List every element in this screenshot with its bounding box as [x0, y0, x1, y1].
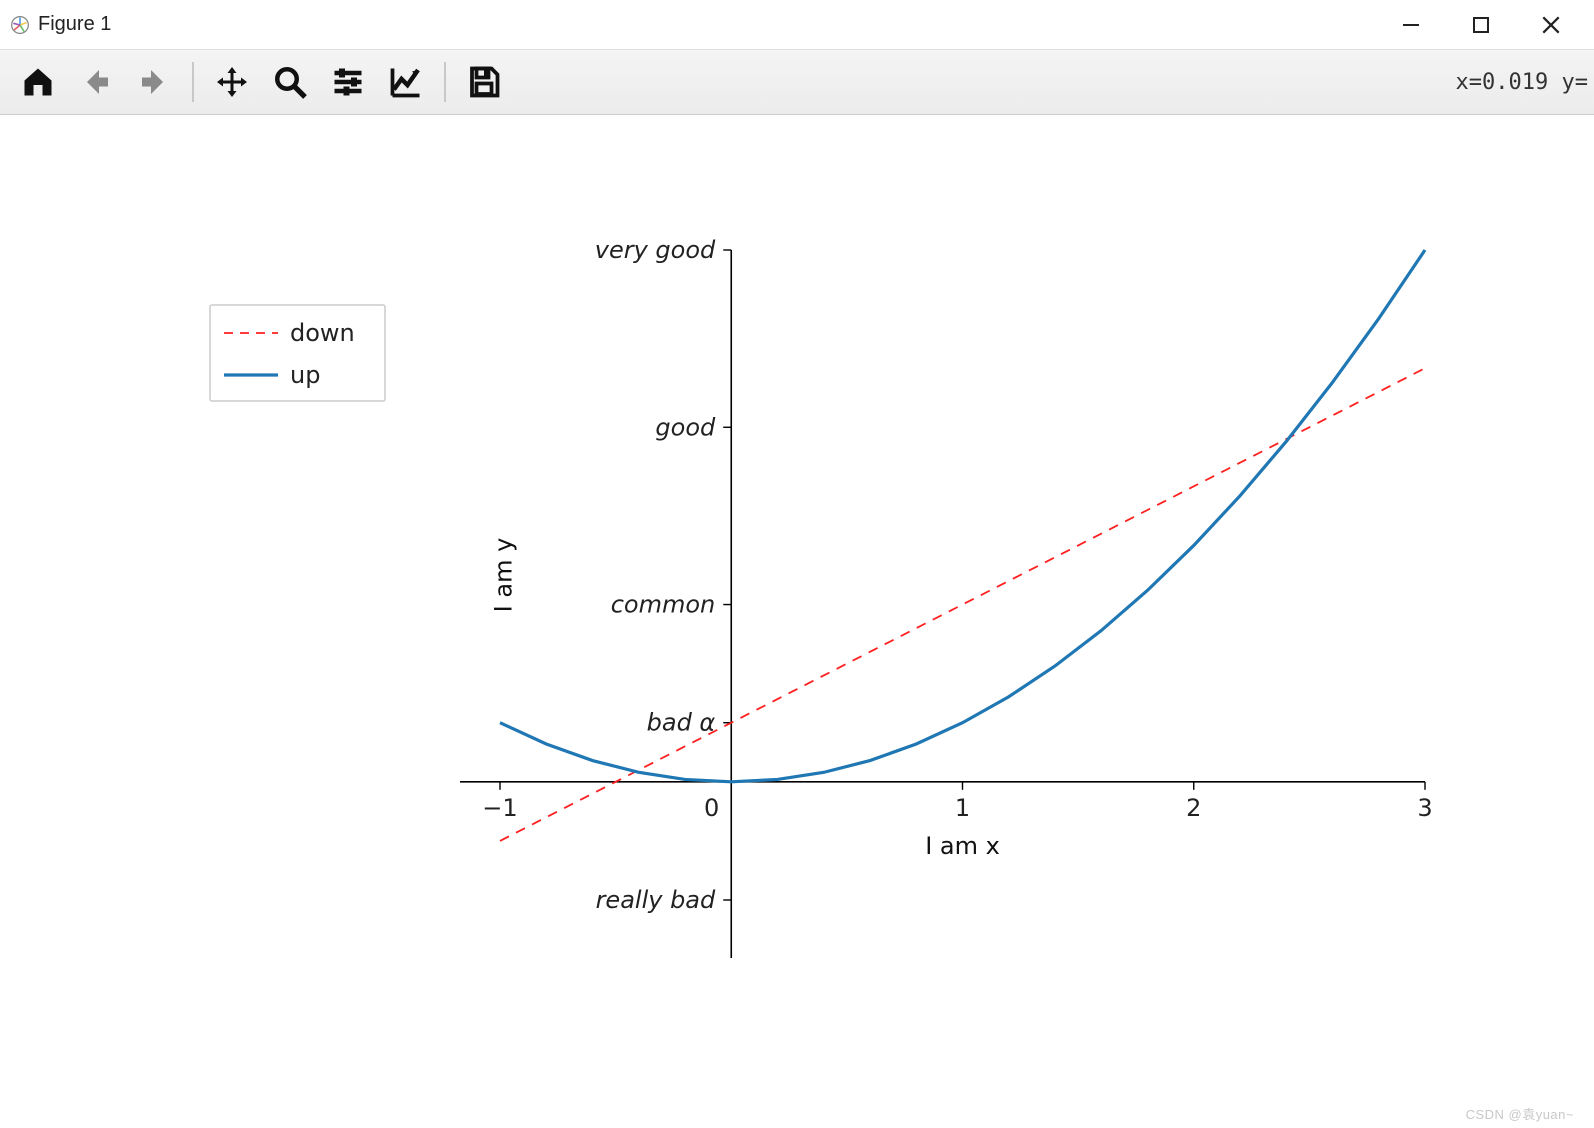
- minimize-button[interactable]: [1400, 14, 1422, 36]
- window-controls: [1400, 14, 1590, 36]
- matplotlib-app-icon: [10, 15, 30, 35]
- y-tick-label: bad α: [647, 709, 716, 737]
- arrow-right-icon: [136, 64, 172, 100]
- title-bar-left: Figure 1: [10, 13, 111, 36]
- pan-icon: [214, 64, 250, 100]
- x-tick-label: 1: [955, 794, 970, 822]
- y-axis-label: I am y: [489, 538, 517, 613]
- line-chart-icon: [388, 64, 424, 100]
- save-button[interactable]: [460, 58, 508, 106]
- x-tick-label: −1: [482, 794, 517, 822]
- legend-label-down: down: [290, 319, 355, 347]
- y-tick-label: good: [655, 413, 716, 441]
- y-tick-label: common: [611, 591, 716, 619]
- maximize-button[interactable]: [1470, 14, 1492, 36]
- close-icon: [1540, 14, 1562, 36]
- figure-canvas[interactable]: −1 0 1 2 3 really bad bad α common good very good…: [0, 115, 1594, 1128]
- title-bar: Figure 1: [0, 0, 1594, 50]
- x-tick-label: 2: [1186, 794, 1201, 822]
- cursor-coordinates: x=0.019 y=: [1456, 70, 1594, 95]
- series-up: [500, 250, 1425, 782]
- edit-axis-button[interactable]: [382, 58, 430, 106]
- toolbar-buttons: [0, 58, 508, 106]
- x-tick-label: 3: [1417, 794, 1432, 822]
- chart-svg: −1 0 1 2 3 really bad bad α common good very good…: [0, 115, 1594, 1128]
- legend-label-up: up: [290, 361, 320, 389]
- close-button[interactable]: [1540, 14, 1562, 36]
- y-tick-label: very good: [595, 236, 716, 264]
- window-title: Figure 1: [38, 13, 111, 36]
- x-axis-label: I am x: [925, 832, 1000, 860]
- arrow-left-icon: [78, 64, 114, 100]
- maximize-icon: [1471, 15, 1491, 35]
- back-button[interactable]: [72, 58, 120, 106]
- zoom-button[interactable]: [266, 58, 314, 106]
- y-tick-label: really bad: [596, 886, 716, 914]
- toolbar-separator: [444, 62, 446, 102]
- figure-toolbar: x=0.019 y=: [0, 50, 1594, 115]
- zoom-icon: [272, 64, 308, 100]
- forward-button[interactable]: [130, 58, 178, 106]
- watermark: CSDN @袁yuan~: [1466, 1104, 1574, 1123]
- home-button[interactable]: [14, 58, 62, 106]
- pan-button[interactable]: [208, 58, 256, 106]
- sliders-icon: [330, 64, 366, 100]
- x-tick-label: 0: [704, 794, 719, 822]
- save-icon: [466, 64, 502, 100]
- configure-subplots-button[interactable]: [324, 58, 372, 106]
- toolbar-separator: [192, 62, 194, 102]
- minimize-icon: [1401, 15, 1421, 35]
- home-icon: [20, 64, 56, 100]
